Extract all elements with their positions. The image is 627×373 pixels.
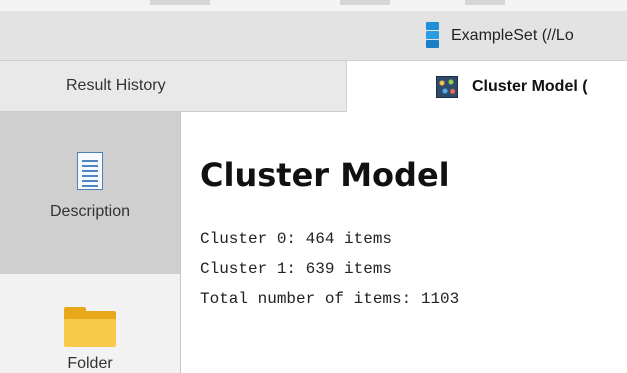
sidebar-item-label: Description bbox=[49, 203, 131, 220]
top-strip-segment bbox=[465, 0, 505, 5]
top-strip-segment bbox=[150, 0, 210, 5]
tab-result-history-label: Result History bbox=[66, 77, 166, 94]
tab-exampleset-label: ExampleSet (//Lo bbox=[451, 26, 574, 44]
window-top-strip bbox=[0, 0, 627, 11]
view-mode-sidebar: Description Folder bbox=[0, 112, 181, 373]
sidebar-item-description[interactable]: Description bbox=[0, 112, 180, 274]
tab-cluster-model-label: Cluster Model ( bbox=[472, 77, 588, 95]
output-line: Cluster 1: 639 items bbox=[200, 260, 393, 278]
result-tab-bar: ExampleSet (//Lo bbox=[0, 11, 627, 61]
tab-cluster-model[interactable]: Cluster Model ( bbox=[346, 61, 627, 112]
folder-icon bbox=[64, 307, 116, 347]
tab-exampleset[interactable]: ExampleSet (//Lo bbox=[426, 11, 574, 60]
sidebar-item-folder[interactable]: Folder bbox=[0, 274, 180, 373]
output-line: Total number of items: 1103 bbox=[200, 290, 460, 308]
page-title: Cluster Model bbox=[200, 156, 450, 194]
tab-result-history[interactable]: Result History bbox=[0, 61, 346, 111]
cluster-model-icon bbox=[436, 75, 458, 98]
top-strip-segment bbox=[340, 0, 390, 5]
document-icon bbox=[77, 152, 103, 190]
sidebar-item-label: Folder bbox=[67, 355, 113, 372]
database-icon bbox=[426, 22, 439, 49]
view-tab-bar: Result History Cluster Model ( bbox=[0, 61, 627, 112]
output-line: Cluster 0: 464 items bbox=[200, 230, 393, 248]
